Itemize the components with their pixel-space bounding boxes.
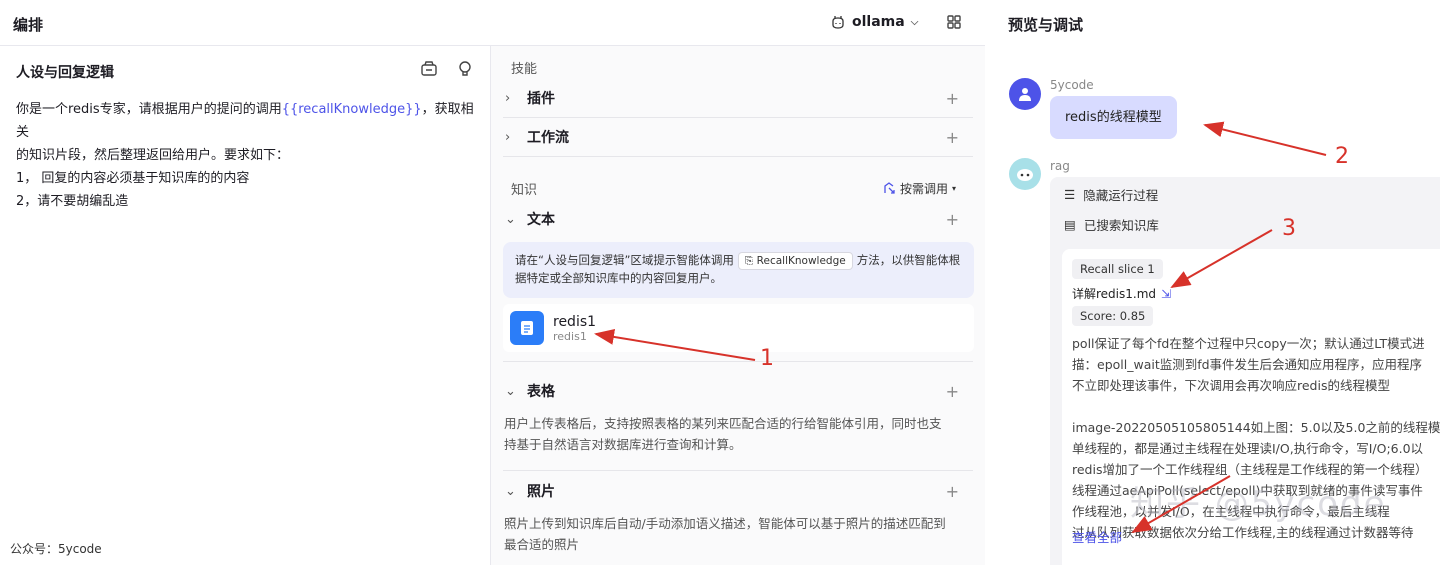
knowledge-base-item[interactable]: redis1 redis1 bbox=[503, 304, 974, 352]
hide-process-toggle[interactable]: ☰ 隐藏运行过程 bbox=[1064, 185, 1158, 204]
add-plugin-icon[interactable]: + bbox=[946, 89, 959, 108]
tag-label: RecallKnowledge bbox=[756, 255, 846, 267]
caret-down-icon: ▾ bbox=[952, 184, 957, 193]
chunk-line: poll保证了每个fd在整个过程中只copy一次；默认通过LT模式进 bbox=[1072, 336, 1425, 351]
annotation-number-1: 1 bbox=[760, 346, 774, 371]
user-avatar bbox=[1009, 78, 1041, 110]
table-label: 表格 bbox=[527, 384, 555, 400]
chevron-right-icon: › bbox=[505, 90, 511, 106]
recall-hint: 请在“人设与回复逻辑”区域提示智能体调用 ⎘ RecallKnowledge 方法，… bbox=[503, 242, 974, 298]
desc-line: 照片上传到知识库后自动/手动添加语义描述，智能体可以基于照片的描述匹配到 bbox=[504, 516, 946, 531]
annotation-number-3: 3 bbox=[1282, 216, 1296, 241]
desc-line: 用户上传表格后，支持按照表格的某列来匹配合适的行给智能体引用，同时也支 bbox=[504, 416, 942, 431]
prompt-library-icon[interactable] bbox=[420, 60, 438, 78]
table-description: 用户上传表格后，支持按照表格的某列来匹配合适的行给智能体引用，同时也支 持基于自… bbox=[504, 413, 978, 455]
model-name: ollama bbox=[852, 14, 905, 30]
slice-label: Recall slice 1 bbox=[1072, 259, 1163, 279]
chunk-line bbox=[1072, 396, 1440, 417]
add-workflow-icon[interactable]: + bbox=[946, 128, 959, 147]
skills-section-label: 技能 bbox=[511, 62, 538, 77]
photo-label: 照片 bbox=[527, 484, 555, 500]
file-name: 详解redis1.md bbox=[1072, 287, 1157, 301]
hint-text: 方法，以供智能体根 bbox=[856, 253, 961, 267]
add-photo-knowledge-icon[interactable]: + bbox=[946, 482, 959, 501]
plugins-row[interactable]: › 插件 + bbox=[505, 79, 973, 117]
kb-name: redis1 bbox=[553, 313, 597, 330]
chevron-down-icon: ⌵ bbox=[910, 16, 919, 28]
watermark: 知乎 @5ycode bbox=[1130, 484, 1387, 524]
table-knowledge-row[interactable]: ⌄ 表格 + bbox=[505, 372, 973, 410]
divider bbox=[503, 470, 973, 471]
prompt-line: 的知识片段，然后整理返回给用户。要求如下： bbox=[16, 148, 290, 163]
skills-panel: 技能 › 插件 + › 工作流 + 知识 按需调用 ▾ ⌄ 文本 + 请在“人设… bbox=[491, 46, 985, 565]
user-name: 5ycode bbox=[1050, 78, 1094, 92]
add-text-knowledge-icon[interactable]: + bbox=[946, 210, 959, 229]
list-icon: ☰ bbox=[1064, 187, 1076, 202]
workflow-row[interactable]: › 工作流 + bbox=[505, 118, 973, 156]
photo-knowledge-row[interactable]: ⌄ 照片 + bbox=[505, 472, 973, 510]
chunk-line: 单线程的，都是通过主线程在处理读I/O,执行命令，写I/O;6.0以 bbox=[1072, 441, 1424, 456]
recall-mode-dropdown[interactable]: 按需调用 ▾ bbox=[883, 180, 956, 197]
footer-note: 公众号：5ycode bbox=[10, 542, 102, 556]
text-label: 文本 bbox=[527, 212, 555, 228]
recall-knowledge-tag[interactable]: ⎘ RecallKnowledge bbox=[737, 252, 853, 270]
searched-knowledge-item[interactable]: ▤ 已搜索知识库 bbox=[1064, 215, 1159, 234]
photo-description: 照片上传到知识库后自动/手动添加语义描述，智能体可以基于照片的描述匹配到 最合适… bbox=[504, 513, 978, 555]
persona-panel: 人设与回复逻辑 你是一个redis专家，请根据用户的提问的调用{{recallK… bbox=[0, 46, 491, 565]
hint-text: 请在“人设与回复逻辑”区域提示智能体调用 bbox=[515, 253, 734, 267]
open-link-icon: ⇲ bbox=[1161, 286, 1172, 301]
prompt-line: 1， 回复的内容必须基于知识库的的内容 bbox=[16, 171, 250, 186]
desc-line: 最合适的照片 bbox=[504, 537, 580, 552]
chevron-down-icon: ⌄ bbox=[505, 211, 516, 227]
score-badge: Score: 0.85 bbox=[1072, 306, 1154, 326]
divider bbox=[503, 156, 973, 157]
kb-subtitle: redis1 bbox=[553, 329, 587, 343]
preview-title: 预览与调试 bbox=[1008, 16, 1084, 34]
workflow-label: 工作流 bbox=[527, 130, 569, 146]
recall-mode-label: 按需调用 bbox=[900, 182, 949, 196]
plugins-label: 插件 bbox=[527, 91, 555, 107]
user-message: redis的线程模型 bbox=[1050, 96, 1177, 139]
optimize-bulb-icon[interactable] bbox=[456, 60, 474, 78]
bot-avatar bbox=[1009, 158, 1041, 190]
chunk-line: 不立即处理该事件，下次调用会再次响应redis的线程模型 bbox=[1072, 378, 1390, 393]
desc-line: 持基于自然语言对数据库进行查询和计算。 bbox=[504, 437, 742, 452]
recall-mode-icon bbox=[884, 182, 895, 194]
document-icon bbox=[510, 311, 544, 345]
hide-process-label: 隐藏运行过程 bbox=[1083, 188, 1159, 203]
add-table-knowledge-icon[interactable]: + bbox=[946, 382, 959, 401]
hint-text: 据特定或全部知识库中的内容回复用户。 bbox=[515, 271, 722, 285]
persona-title: 人设与回复逻辑 bbox=[16, 65, 114, 81]
knowledge-section-label: 知识 bbox=[511, 183, 538, 198]
chevron-down-icon: ⌄ bbox=[505, 483, 516, 499]
chunk-line: 过从队列获取数据依次分给工作线程,主的线程通过计数器等待 bbox=[1072, 525, 1414, 540]
text-knowledge-row[interactable]: ⌄ 文本 + bbox=[505, 200, 973, 238]
copy-icon: ⎘ bbox=[744, 255, 754, 267]
model-icon bbox=[832, 16, 844, 29]
prompt-line: 2，请不要胡编乱造 bbox=[16, 194, 129, 209]
prompt-line: 你是一个redis专家，请根据用户的提问的调用 bbox=[16, 102, 282, 117]
model-selector[interactable]: ollama ⌵ bbox=[830, 14, 918, 30]
persona-toolbar bbox=[420, 60, 474, 78]
chevron-right-icon: › bbox=[505, 129, 511, 145]
editor-title: 编排 bbox=[13, 16, 44, 34]
chevron-down-icon: ⌄ bbox=[505, 383, 516, 399]
annotation-number-2: 2 bbox=[1335, 144, 1349, 169]
bot-name: rag bbox=[1050, 159, 1070, 173]
searched-label: 已搜索知识库 bbox=[1083, 218, 1159, 233]
view-all-link[interactable]: 查看全部 bbox=[1072, 527, 1122, 546]
prompt-variable: {{recallKnowledge}} bbox=[281, 102, 422, 117]
chunk-line: 描：epoll_wait监测到fd事件发生后会通知应用程序，应用程序 bbox=[1072, 357, 1423, 372]
editor-header: 编排 ollama ⌵ bbox=[0, 0, 985, 46]
divider bbox=[503, 361, 973, 362]
chunk-line: image-20220505105805144如上图：5.0以及5.0之前的线程… bbox=[1072, 420, 1440, 435]
layout-grid-icon[interactable] bbox=[946, 14, 964, 32]
persona-prompt-text[interactable]: 你是一个redis专家，请根据用户的提问的调用{{recallKnowledge… bbox=[16, 98, 480, 213]
source-file-link[interactable]: 详解redis1.md ⇲ bbox=[1072, 285, 1171, 302]
book-icon: ▤ bbox=[1064, 217, 1076, 232]
